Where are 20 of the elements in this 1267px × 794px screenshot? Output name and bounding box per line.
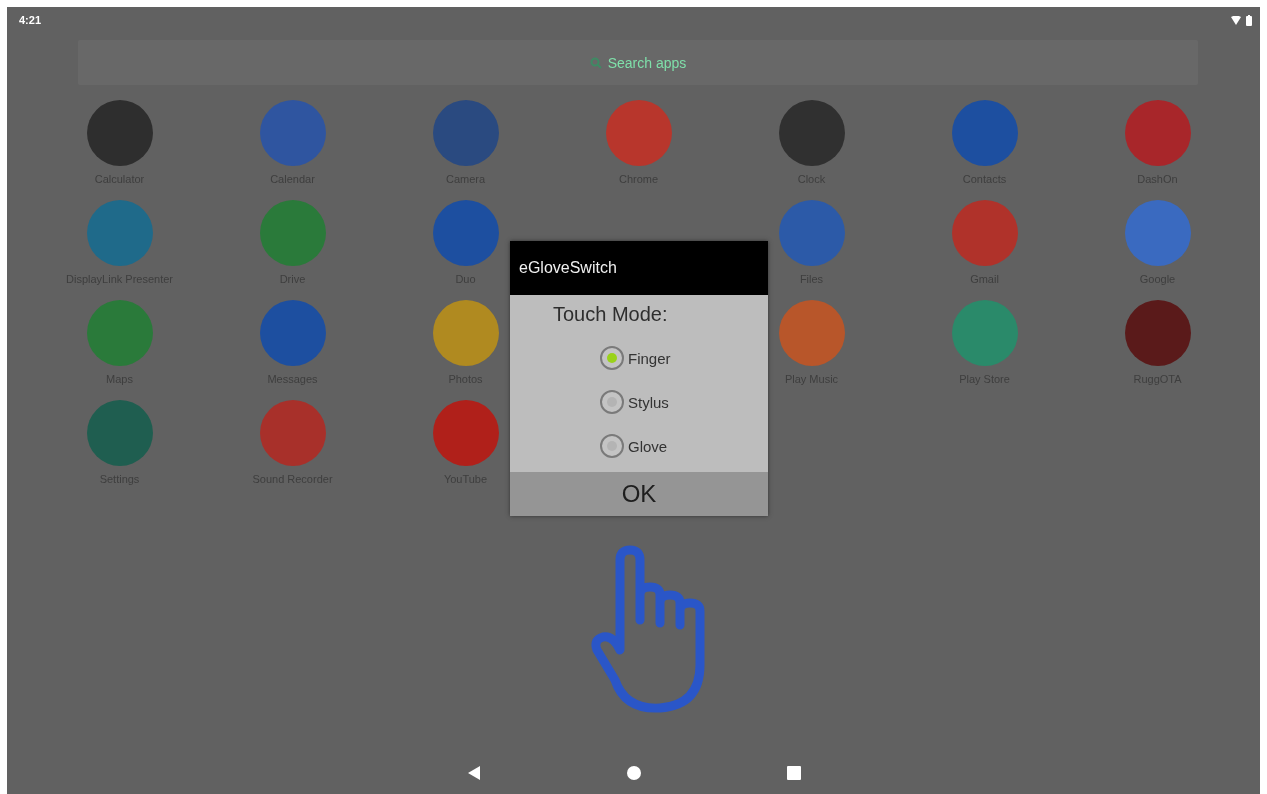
search-icon: [589, 56, 602, 69]
radio-label: Finger: [628, 349, 671, 367]
radio-button[interactable]: [600, 346, 624, 370]
search-field[interactable]: Search apps: [78, 40, 1198, 85]
dialog-title: eGloveSwitch: [510, 241, 768, 295]
ok-button[interactable]: OK: [510, 472, 768, 516]
radio-label: Glove: [628, 437, 668, 455]
dialog-heading: Touch Mode:: [552, 303, 669, 326]
battery-icon: [1246, 14, 1252, 26]
radio-option[interactable]: Stylus: [600, 390, 669, 414]
back-icon[interactable]: [466, 766, 481, 780]
radio-option[interactable]: Finger: [600, 346, 671, 370]
recents-icon[interactable]: [786, 766, 801, 780]
radio-option[interactable]: Glove: [600, 434, 668, 458]
radio-button[interactable]: [600, 434, 624, 458]
radio-label: Stylus: [628, 393, 669, 411]
wifi-icon: [1231, 15, 1241, 25]
home-icon[interactable]: [626, 766, 641, 780]
status-time: 4:21: [19, 14, 42, 26]
radio-button[interactable]: [600, 390, 624, 414]
